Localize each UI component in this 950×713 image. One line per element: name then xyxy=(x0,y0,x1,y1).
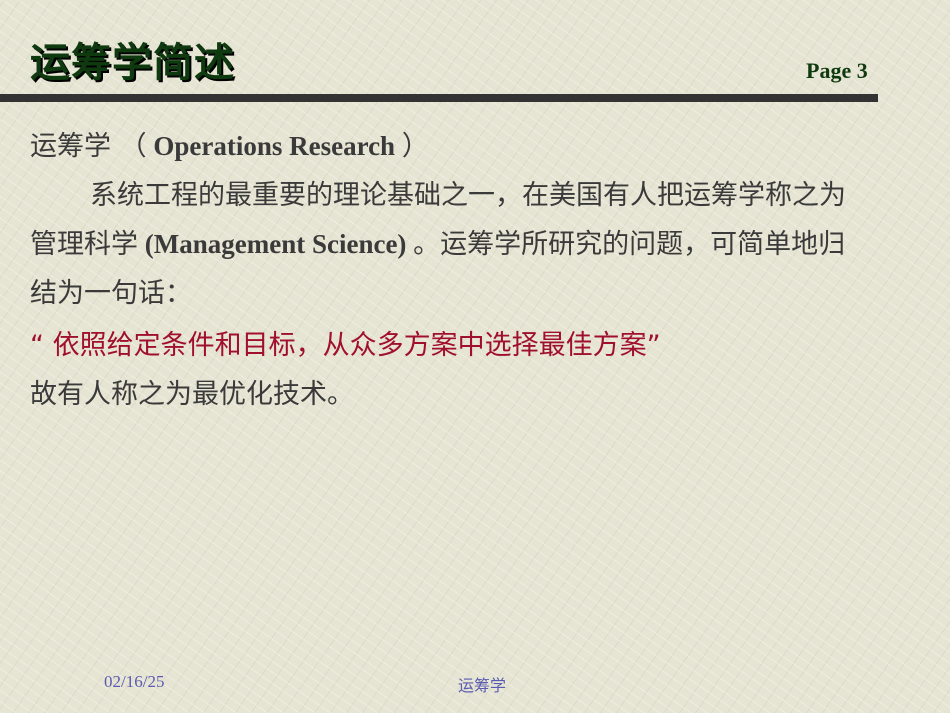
footer-title: 运筹学 xyxy=(458,676,507,695)
closing-sentence: 故有人称之为最优化技术。 xyxy=(30,379,354,410)
slide-title: 运筹学简述 xyxy=(30,40,235,86)
or-heading-cn: 运筹学 （ xyxy=(30,131,147,162)
or-heading-en: Operations Research xyxy=(146,131,402,161)
description-en: (Management Science) xyxy=(138,229,414,259)
or-heading: 运筹学 （ Operations Research ） xyxy=(30,122,870,171)
description-paragraph: 系统工程的最重要的理论基础之一，在美国有人把运筹学称之为管理科学 (Manage… xyxy=(30,171,870,318)
slide: 运筹学简述 Page 3 运筹学 （ Operations Research ）… xyxy=(0,0,950,713)
title-divider xyxy=(0,94,878,102)
or-heading-close: ） xyxy=(401,131,429,162)
slide-body: 运筹学 （ Operations Research ） 系统工程的最重要的理论基… xyxy=(30,122,870,419)
key-quote: “ 依照给定条件和目标，从众多方案中选择最佳方案” xyxy=(30,330,661,361)
footer-date: 02/16/25 xyxy=(104,672,165,691)
page-number: Page 3 xyxy=(806,58,868,83)
